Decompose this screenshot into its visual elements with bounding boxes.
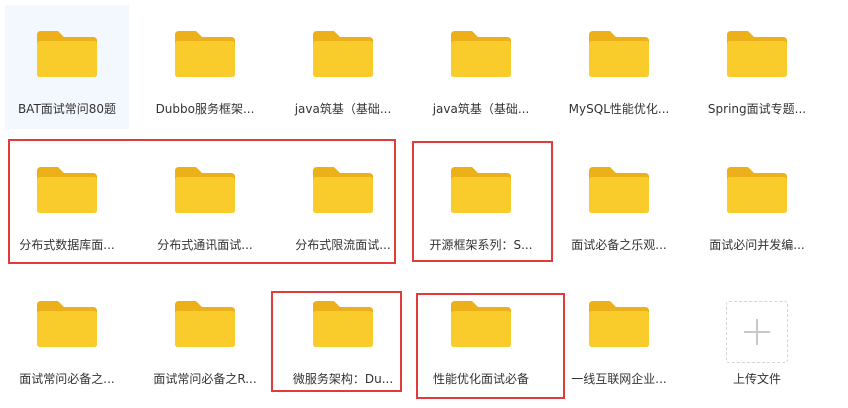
folder-label: java筑基（基础... [432,102,530,116]
folder-label: 性能优化面试必备 [432,372,529,386]
folder-icon [175,167,235,213]
folder-label: Spring面试专题... [707,102,807,116]
folder-icon [589,167,649,213]
folder-icon [451,167,511,213]
folder-item[interactable]: BAT面试常问80题 [5,5,129,129]
folder-icon [727,31,787,77]
folder-icon [451,31,511,77]
folder-icon [175,301,235,347]
folder-label: 一线互联网企业... [571,372,667,386]
upload-button[interactable]: 上传文件 [695,275,819,399]
folder-icon [313,167,373,213]
folder-item[interactable]: 分布式通讯面试... [143,141,267,265]
folder-label: MySQL性能优化... [568,102,670,116]
folder-item[interactable]: 面试常问必备之R... [143,275,267,399]
folder-label: 微服务架构：Du... [292,372,394,386]
folder-icon [589,301,649,347]
folder-label: 面试常问必备之R... [153,372,257,386]
folder-item[interactable]: java筑基（基础... [419,5,543,129]
folder-label: 分布式限流面试... [295,238,391,252]
folder-icon [37,167,97,213]
folder-item[interactable]: 一线互联网企业... [557,275,681,399]
folder-label: 面试必问并发编... [709,238,805,252]
folder-icon [175,31,235,77]
folder-label: 开源框架系列：S... [429,238,533,252]
folder-icon [37,301,97,347]
folder-item[interactable]: MySQL性能优化... [557,5,681,129]
folder-label: BAT面试常问80题 [17,102,117,116]
plus-icon [726,301,788,363]
upload-label: 上传文件 [732,372,781,386]
folder-label: 分布式数据库面... [19,238,115,252]
folder-icon [727,167,787,213]
folder-icon [313,31,373,77]
folder-icon [451,301,511,347]
folder-item[interactable]: 性能优化面试必备 [419,275,543,399]
folder-item[interactable]: 面试必备之乐观... [557,141,681,265]
folder-item[interactable]: 分布式数据库面... [5,141,129,265]
folder-icon [313,301,373,347]
folder-item[interactable]: 分布式限流面试... [281,141,405,265]
folder-item[interactable]: 面试常问必备之... [5,275,129,399]
folder-label: java筑基（基础... [294,102,392,116]
folder-icon [589,31,649,77]
folder-item[interactable]: 微服务架构：Du... [281,275,405,399]
folder-label: 分布式通讯面试... [157,238,253,252]
folder-item[interactable]: 面试必问并发编... [695,141,819,265]
folder-label: Dubbo服务框架... [155,102,255,116]
folder-item[interactable]: 开源框架系列：S... [419,141,543,265]
folder-icon [37,31,97,77]
folder-label: 面试必备之乐观... [571,238,667,252]
folder-item[interactable]: Dubbo服务框架... [143,5,267,129]
folder-label: 面试常问必备之... [19,372,115,386]
folder-item[interactable]: java筑基（基础... [281,5,405,129]
folder-item[interactable]: Spring面试专题... [695,5,819,129]
